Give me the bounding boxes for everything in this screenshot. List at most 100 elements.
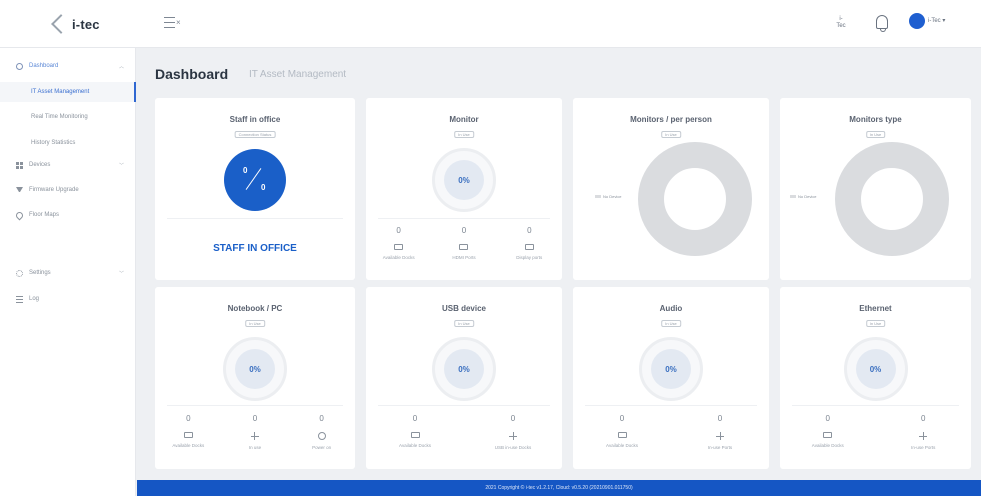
dock-icon xyxy=(183,432,193,438)
bell-icon[interactable] xyxy=(876,15,888,32)
stat-display-ports: 0 Display ports xyxy=(499,226,559,260)
page-title: Dashboard xyxy=(155,66,229,82)
stat-label: In-use Ports xyxy=(911,445,936,450)
stat-value: 0 xyxy=(186,414,191,423)
tec-label-line2: Tec xyxy=(836,23,846,29)
sidebar-item-history-statistics[interactable]: History Statistics xyxy=(0,133,136,153)
notebook-pc-card: Notebook / PC In Use 0% 0 Available Dock… xyxy=(155,287,355,469)
stat-value: 0 xyxy=(319,414,324,423)
avatar[interactable] xyxy=(909,13,925,29)
card-title: Monitors type xyxy=(849,115,902,124)
stat-value: 0 xyxy=(252,414,258,423)
stat-label: Power on xyxy=(312,445,332,450)
stat-value: 0 xyxy=(412,414,418,423)
stat-value: 0 xyxy=(396,226,401,235)
usb-device-card: USB device In Use 0% 0 Available Docks 0… xyxy=(366,287,562,469)
stat-label: In-use Ports xyxy=(707,445,733,450)
donut-slice-no-device xyxy=(638,142,752,256)
pin-icon xyxy=(14,210,25,220)
monitor-card: Monitor In Use 0% 0 Available Docks 0 HD… xyxy=(366,98,562,280)
status-badge: In Use xyxy=(454,131,474,138)
stat-label: Available Docks xyxy=(606,443,638,448)
stat-value: 0 xyxy=(825,414,830,423)
card-title: Notebook / PC xyxy=(227,304,283,313)
stat-value: 0 xyxy=(921,414,926,423)
sidebar-item-label: Devices xyxy=(29,162,51,168)
dock-icon xyxy=(410,432,420,438)
stat-label: In use xyxy=(248,445,262,450)
sidebar-item-floor-maps[interactable]: Floor Maps xyxy=(0,205,136,225)
sidebar-item-settings[interactable]: Settings ﹀ xyxy=(0,263,136,283)
staff-current: 0 xyxy=(243,166,248,175)
sidebar-item-label: History Statistics xyxy=(31,140,76,146)
status-badge: In Use xyxy=(661,131,681,138)
stat-value: 0 xyxy=(619,414,625,423)
sidebar-item-label: Settings xyxy=(29,270,51,276)
sidebar-item-label: Real Time Monitoring xyxy=(31,114,88,120)
sidebar-item-firmware-upgrade[interactable]: Firmware Upgrade xyxy=(0,180,136,200)
card-title: Monitors / per person xyxy=(630,115,712,124)
stat-label: Available Docks xyxy=(399,443,431,448)
sidebar-item-label: Dashboard xyxy=(29,63,59,69)
stat-label: HDMI Ports xyxy=(452,255,476,260)
stat-in-use-ports: 0 In-use Ports xyxy=(893,414,953,450)
sidebar-item-label: Log xyxy=(29,296,40,302)
usage-percent: 0% xyxy=(855,349,896,389)
usage-percent: 0% xyxy=(651,349,691,389)
notebook-stats: 0 Available Docks 0 In use 0 Power on xyxy=(155,414,355,450)
user-name[interactable]: i-Tec ▾ xyxy=(928,17,945,24)
chevron-down-icon: ﹀ xyxy=(118,162,124,169)
stat-value: 0 xyxy=(461,226,467,235)
monitors-per-person-card: Monitors / per person In Use No Device xyxy=(573,98,769,280)
card-title: USB device xyxy=(441,304,487,313)
page-subtitle: IT Asset Management xyxy=(249,69,347,80)
card-title: Staff in office xyxy=(229,115,281,124)
stat-value: 0 xyxy=(510,414,516,423)
stat-label: Available Docks xyxy=(172,443,205,448)
collapse-x-icon: × xyxy=(176,18,181,27)
menu-toggle-button[interactable]: × xyxy=(164,17,181,31)
monitor-icon xyxy=(459,244,469,250)
sidebar-item-dashboard[interactable]: Dashboard ︿ xyxy=(0,56,136,76)
sidebar-item-it-asset-management[interactable]: IT Asset Management xyxy=(0,82,136,102)
monitors-type-card: Monitors type In Use No Device xyxy=(780,98,971,280)
divider xyxy=(167,218,343,219)
monitor-icon xyxy=(524,244,534,250)
stat-value: 0 xyxy=(717,414,723,423)
gear-icon xyxy=(16,269,23,277)
status-badge: In Use xyxy=(865,131,886,138)
stat-available-docks: 0 Available Docks xyxy=(158,414,218,450)
status-badge: In Use xyxy=(245,320,265,327)
legend-swatch xyxy=(790,195,796,198)
sidebar-item-devices[interactable]: Devices ﹀ xyxy=(0,155,136,175)
grid-icon xyxy=(16,161,23,169)
stat-in-use-ports: 0 In-use Ports xyxy=(690,414,750,450)
divider xyxy=(378,405,550,406)
divider xyxy=(585,405,757,406)
card-title: Monitor xyxy=(449,115,479,124)
sidebar-item-log[interactable]: Log xyxy=(0,289,136,309)
footer: 2021 Copyright © i-tec v1.2.17, Cloud: v… xyxy=(137,480,981,496)
menu-bar-icon xyxy=(164,27,175,28)
download-icon xyxy=(16,186,23,194)
usage-percent: 0% xyxy=(235,349,275,389)
chevron-down-icon: ﹀ xyxy=(118,270,124,277)
stat-in-use: 0 In use xyxy=(225,414,285,450)
stat-usb-in-use-docks: 0 USB in-use Docks xyxy=(483,414,543,450)
menu-bar-icon xyxy=(164,17,175,18)
tec-switch[interactable]: i- Tec xyxy=(834,16,848,30)
usage-percent: 0% xyxy=(444,160,484,200)
logo[interactable]: i-tec xyxy=(51,12,100,36)
usage-ring: 0% xyxy=(223,337,287,401)
divider xyxy=(378,218,550,219)
sidebar-item-real-time-monitoring[interactable]: Real Time Monitoring xyxy=(0,107,136,127)
donut-chart xyxy=(835,142,949,256)
dashboard-icon xyxy=(16,62,23,70)
usb-stats: 0 Available Docks 0 USB in-use Docks xyxy=(366,414,562,450)
logo-chevron-icon xyxy=(51,14,71,34)
divider xyxy=(167,405,343,406)
usage-ring: 0% xyxy=(639,337,703,401)
staff-in-office-card: Staff in office Connection Status 0 0 ST… xyxy=(155,98,355,280)
dock-icon xyxy=(617,432,627,438)
legend-label: No Device xyxy=(603,194,622,199)
